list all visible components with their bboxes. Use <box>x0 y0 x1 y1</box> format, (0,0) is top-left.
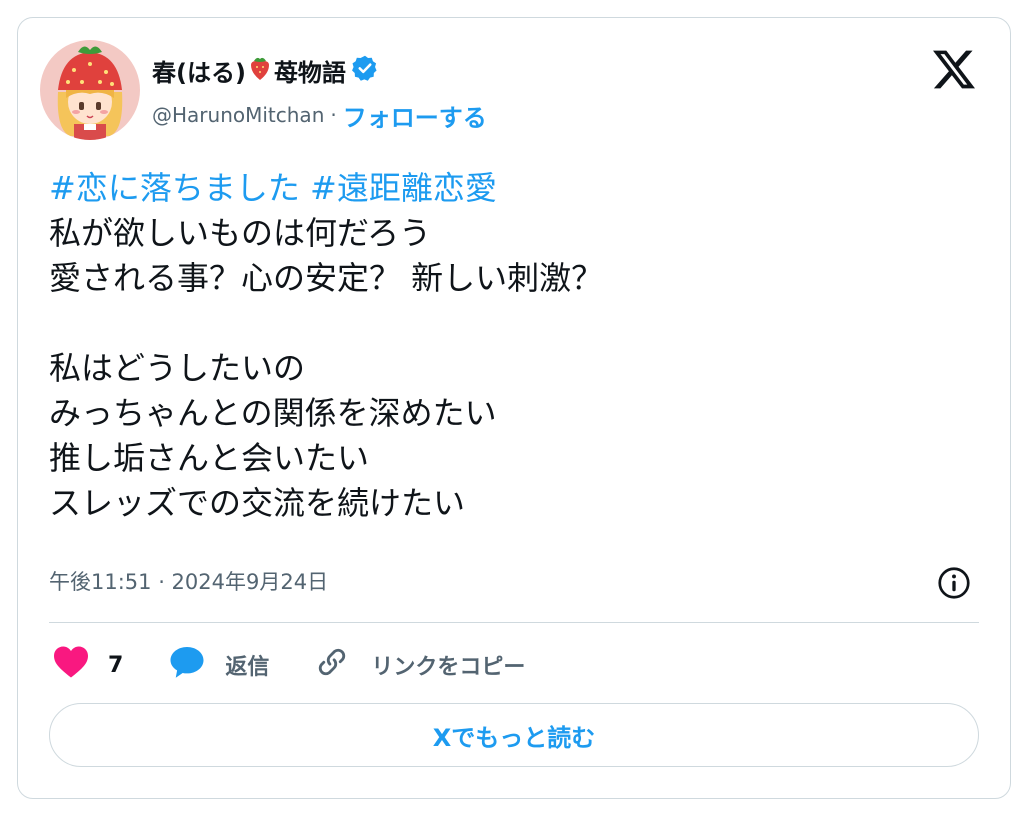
timestamp-text[interactable]: 午後11:51 · 2024年9月24日 <box>49 566 328 596</box>
speech-bubble-icon <box>169 645 205 685</box>
info-icon[interactable] <box>936 565 972 601</box>
read-more-button[interactable]: Xでもっと読む <box>49 703 979 767</box>
tweet-line: 推し垢さんと会いたい <box>49 439 370 477</box>
timestamp[interactable]: 午後11:51 · 2024年9月24日 <box>49 562 328 600</box>
like-button[interactable]: 7 <box>52 645 123 685</box>
tweet-line: 私が欲しいものは何だろう <box>49 214 432 252</box>
tweet-line: 愛される事？心の安定？ 新しい刺激？ <box>49 259 604 297</box>
hashtag-link[interactable]: #恋に落ちました <box>49 169 300 207</box>
user-handle[interactable]: @HarunoMitchan <box>152 103 324 127</box>
user-name-row[interactable]: 春(はる) 苺物語 <box>152 52 382 88</box>
strawberry-hat-girl-avatar-icon <box>40 40 140 140</box>
reply-button[interactable]: 返信 <box>169 645 269 685</box>
verified-badge-icon <box>351 54 379 86</box>
link-icon <box>315 645 349 685</box>
strawberry-icon <box>249 55 271 85</box>
copy-link-button[interactable]: リンクをコピー <box>315 645 525 685</box>
display-name-suffix[interactable]: 苺物語 <box>274 53 346 88</box>
heart-icon <box>52 645 90 685</box>
tweet-line <box>49 301 969 346</box>
hashtag-link[interactable]: #遠距離恋愛 <box>310 169 497 207</box>
action-bar: 7 返信 リンクをコピー <box>52 644 525 686</box>
avatar[interactable] <box>40 40 140 140</box>
display-name[interactable]: 春(はる) <box>152 53 246 88</box>
separator: · <box>330 103 337 127</box>
reply-label: 返信 <box>225 655 270 680</box>
x-logo-icon[interactable] <box>933 49 975 89</box>
handle-row: @HarunoMitchan · フォローする <box>152 98 487 132</box>
tweet-text: #恋に落ちました #遠距離恋愛 私が欲しいものは何だろう 愛される事？心の安定？… <box>49 166 969 526</box>
tweet-line: スレッズでの交流を続けたい <box>49 484 466 522</box>
read-more-label[interactable]: Xでもっと読む <box>433 718 596 753</box>
follow-button[interactable]: フォローする <box>343 98 487 133</box>
divider <box>49 622 979 623</box>
tweet-line: 私はどうしたいの <box>49 349 306 387</box>
hashtag-line: #恋に落ちました #遠距離恋愛 <box>49 166 969 211</box>
like-count: 7 <box>108 652 124 678</box>
tweet-line: みっちゃんとの関係を深めたい <box>49 394 497 432</box>
copy-link-label: リンクをコピー <box>371 655 526 680</box>
